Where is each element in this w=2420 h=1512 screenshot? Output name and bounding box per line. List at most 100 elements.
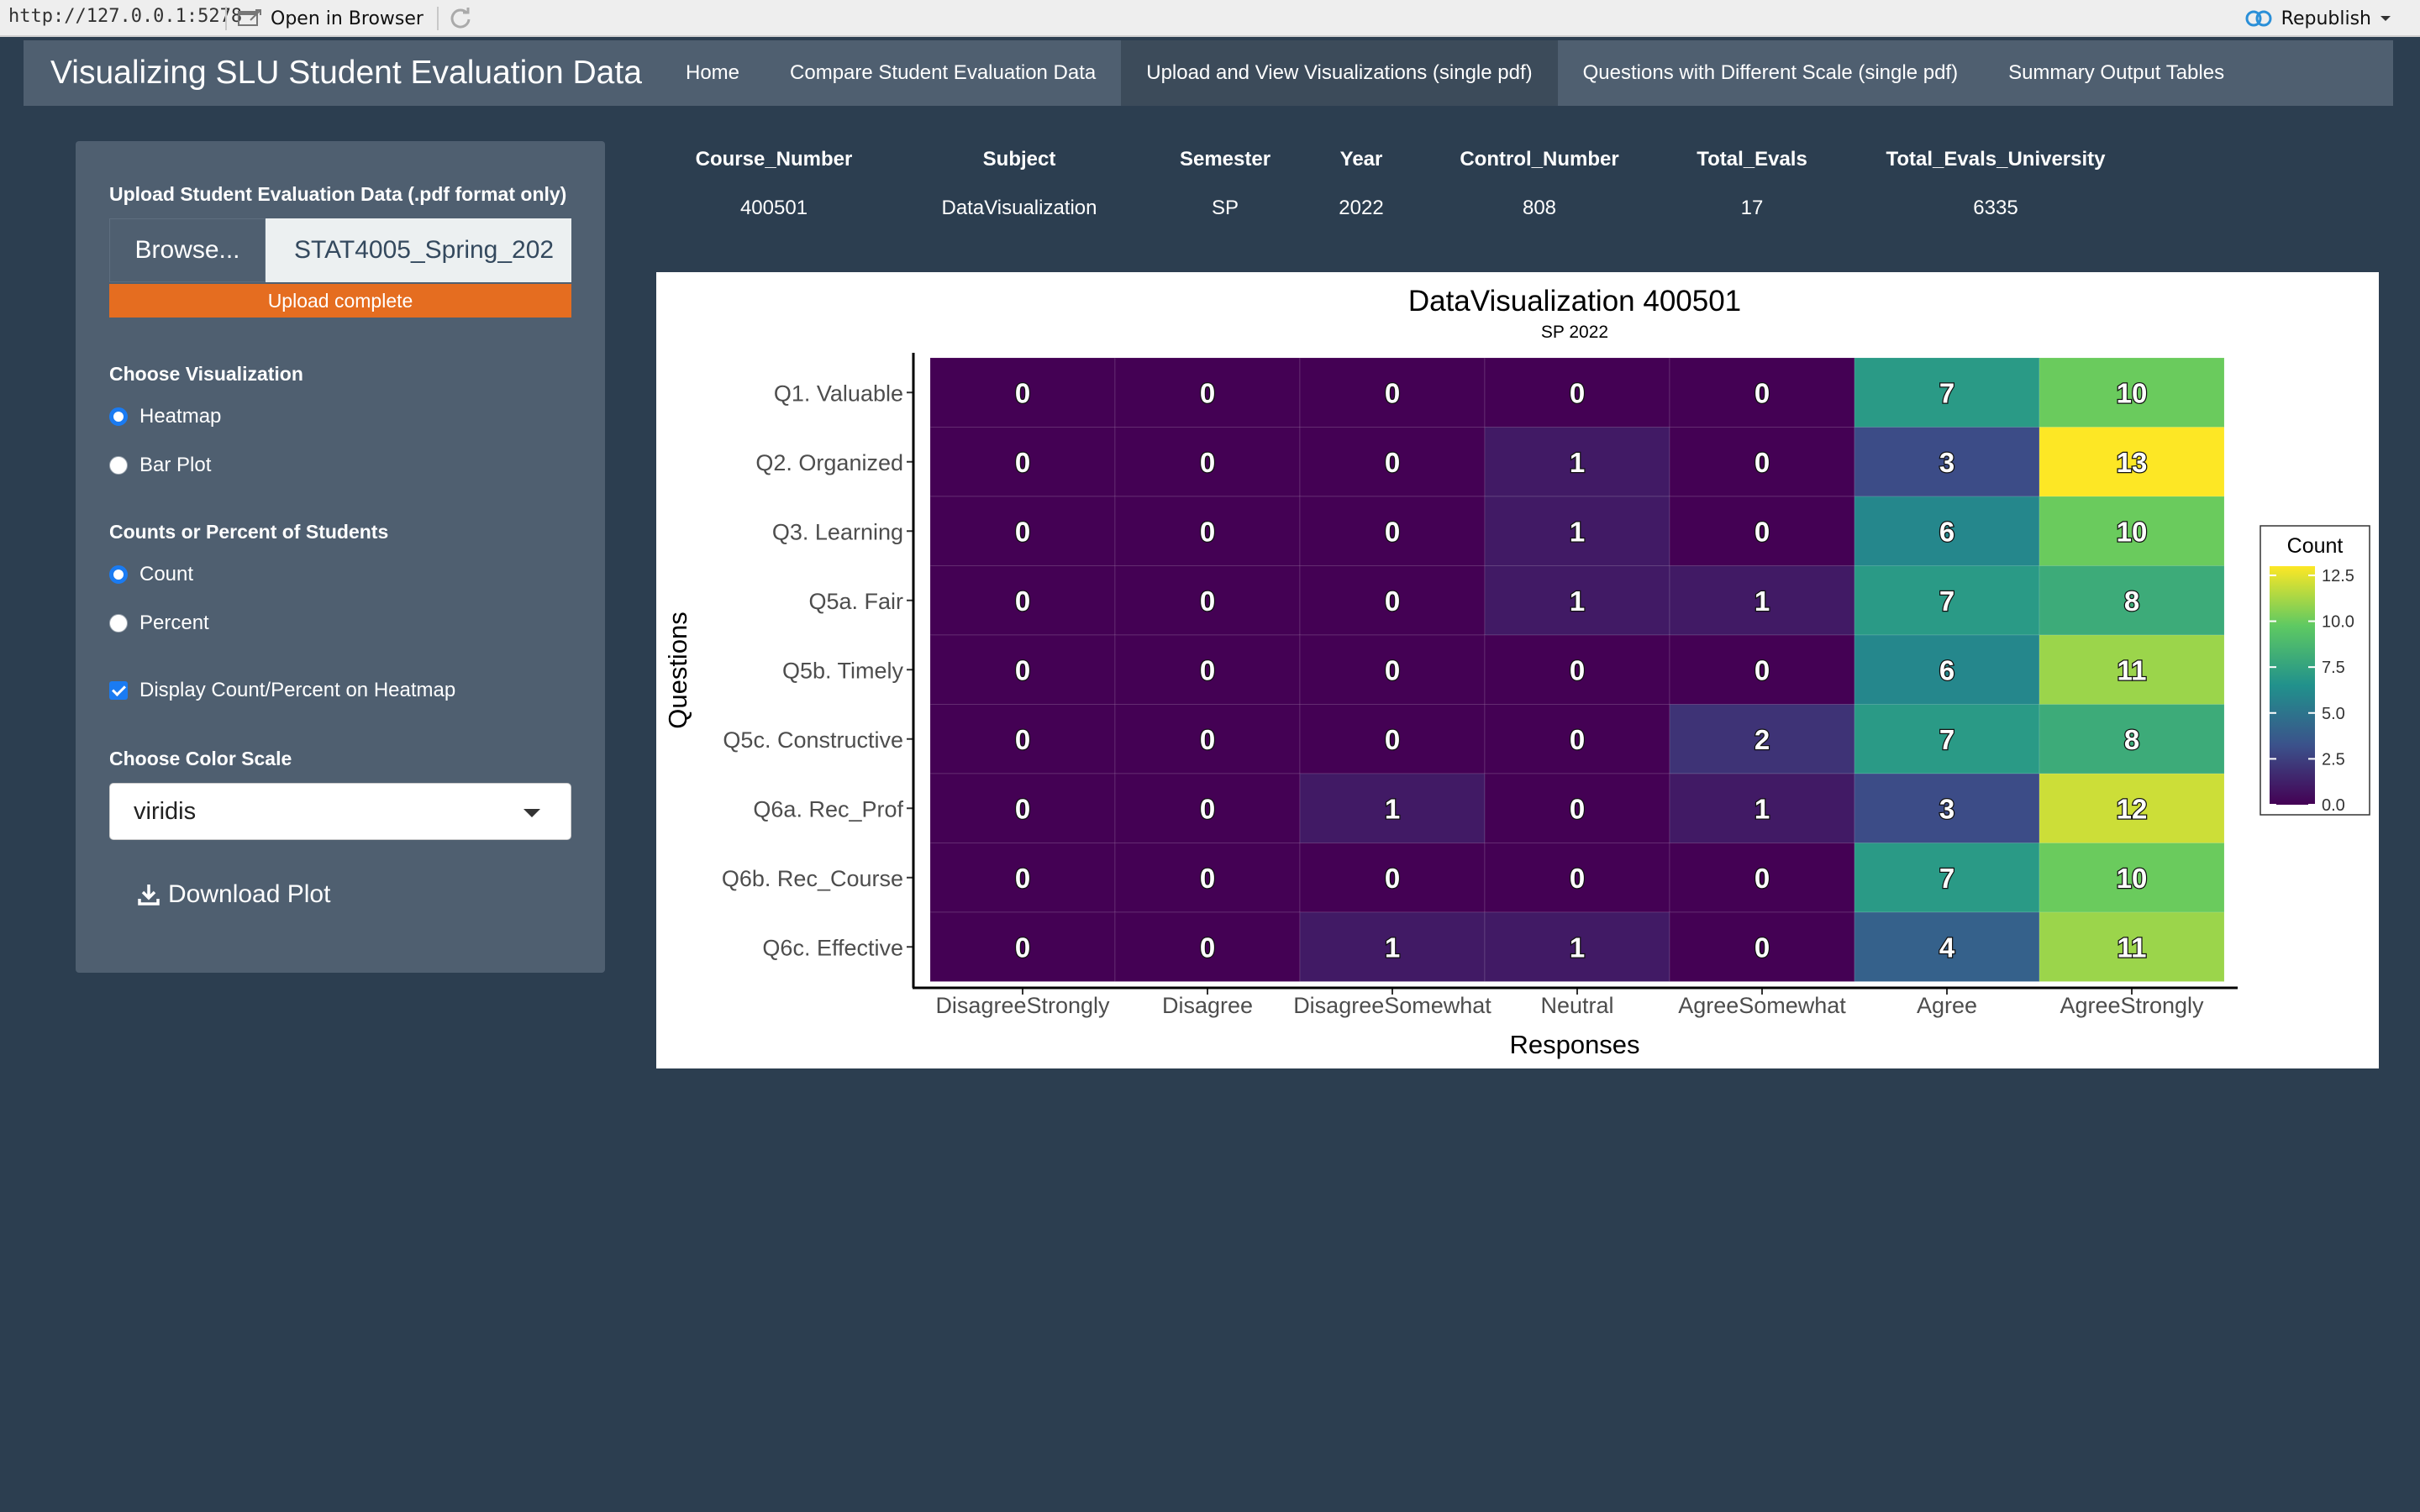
cell-value-label: 0	[1200, 516, 1215, 547]
cell-value-label: 1	[1754, 793, 1770, 824]
y-tick-label: Q6b. Rec_Course	[722, 866, 903, 891]
summary-value: 2022	[1339, 197, 1384, 219]
sidebar-panel: Upload Student Evaluation Data (.pdf for…	[76, 141, 605, 973]
cell-value-label: 6	[1939, 516, 1954, 547]
browser-window-icon	[238, 9, 261, 26]
cell-value-label: 1	[1570, 585, 1585, 617]
cell-value-label: 1	[1570, 516, 1585, 547]
republish-icon	[2245, 10, 2272, 27]
tab-home[interactable]: Home	[660, 40, 765, 106]
download-plot-button[interactable]: Download Plot	[136, 880, 330, 909]
toolbar-divider	[225, 7, 227, 30]
heatmap-svg: DataVisualization 400501 SP 2022 0 0 0 0 0 7 1…	[663, 285, 2370, 1059]
cell-value-label: 0	[1200, 447, 1215, 478]
cell-value-label: 0	[1015, 377, 1030, 408]
legend-tick-label: 2.5	[2322, 750, 2345, 769]
summary-col-total-evals: Total_Evals 17	[1697, 148, 1807, 220]
color-scale-select[interactable]: viridis	[109, 783, 571, 840]
republish-button[interactable]: Republish	[2244, 3, 2391, 34]
summary-header: Total_Evals_University	[1886, 148, 2106, 171]
radio-count-label: Count	[139, 563, 194, 585]
cell-value-label: 0	[1570, 793, 1585, 824]
cell-value-label: 0	[1015, 724, 1030, 755]
summary-value: 808	[1522, 197, 1557, 219]
cell-value-label: 0	[1754, 654, 1770, 685]
cell-value-label: 0	[1754, 377, 1770, 408]
legend-colorbar	[2270, 566, 2315, 805]
summary-col-control-number: Control_Number 808	[1460, 148, 1618, 220]
open-in-browser-button[interactable]: Open in Browser	[237, 3, 424, 34]
summary-value: 400501	[739, 197, 808, 219]
cell-value-label: 6	[1939, 654, 1954, 685]
cell-value-label: 1	[1754, 585, 1770, 617]
cell-value-label: 11	[2118, 932, 2147, 963]
radio-heatmap[interactable]: Heatmap	[109, 405, 221, 428]
cell-value-label: 10	[2117, 377, 2148, 408]
radio-button[interactable]	[109, 407, 128, 426]
open-in-browser-label: Open in Browser	[271, 8, 424, 29]
heatmap-plot: DataVisualization 400501 SP 2022 0 0 0 0 0 7 1…	[656, 272, 2379, 1068]
cell-value-label: 0	[1570, 377, 1585, 408]
y-tick-labels: Q1. Valuable Q2. Organized Q3. Learning Q5a…	[722, 381, 913, 960]
display-values-checkbox[interactable]: Display Count/Percent on Heatmap	[109, 679, 455, 702]
radio-button[interactable]	[109, 565, 128, 584]
y-tick-label: Q2. Organized	[755, 450, 903, 475]
summary-col-year: Year 2022	[1339, 148, 1383, 220]
cell-value-label: 0	[1385, 377, 1400, 408]
radio-percent[interactable]: Percent	[109, 612, 209, 635]
x-axis-title: Responses	[1509, 1030, 1639, 1059]
summary-col-subject: Subject DataVisualization	[941, 148, 1097, 220]
radio-button[interactable]	[109, 456, 128, 475]
visualization-label: Choose Visualization	[109, 363, 303, 385]
app-title: Visualizing SLU Student Evaluation Data	[50, 55, 642, 91]
chart-subtitle: SP 2022	[1541, 323, 1608, 342]
cell-value-label: 0	[1200, 724, 1215, 755]
x-tick-label: Agree	[1917, 993, 1977, 1018]
cell-value-label: 7	[1939, 863, 1954, 894]
tab-different-scale[interactable]: Questions with Different Scale (single p…	[1558, 40, 1983, 106]
summary-col-course-number: Course_Number 400501	[696, 148, 853, 220]
radio-button[interactable]	[109, 614, 128, 633]
cell-value-label: 1	[1385, 793, 1400, 824]
cell-value-label: 0	[1200, 377, 1215, 408]
x-tick-label: AgreeSomewhat	[1678, 993, 1846, 1018]
refresh-icon[interactable]	[447, 5, 474, 32]
y-tick-label: Q5c. Constructive	[723, 727, 903, 753]
summary-header: Year	[1339, 148, 1383, 171]
tab-upload-view[interactable]: Upload and View Visualizations (single p…	[1121, 40, 1558, 106]
tab-compare[interactable]: Compare Student Evaluation Data	[765, 40, 1121, 106]
cell-value-label: 7	[1939, 585, 1954, 617]
x-tick-label: DisagreeStrongly	[935, 993, 1110, 1018]
cell-value-label: 4	[1939, 932, 1955, 963]
summary-value: 6335	[1973, 197, 2018, 219]
radio-bar-plot-label: Bar Plot	[139, 454, 212, 476]
x-tick-label: DisagreeSomewhat	[1293, 993, 1491, 1018]
cell-value-label: 0	[1385, 585, 1400, 617]
color-scale-value: viridis	[134, 797, 197, 825]
radio-bar-plot[interactable]: Bar Plot	[109, 454, 211, 477]
checkbox-checked[interactable]	[109, 681, 128, 700]
cell-value-label: 0	[1015, 932, 1030, 963]
summary-header: Semester	[1179, 148, 1271, 171]
x-tick-label: Disagree	[1162, 993, 1253, 1018]
cell-value-label: 0	[1754, 863, 1770, 894]
tab-summary-tables[interactable]: Summary Output Tables	[1983, 40, 2249, 106]
legend-title: Count	[2287, 534, 2344, 558]
y-axis-title: Questions	[663, 612, 692, 729]
radio-count[interactable]: Count	[109, 563, 193, 586]
legend-tick-label: 10.0	[2322, 613, 2354, 632]
measure-label: Counts or Percent of Students	[109, 521, 389, 543]
chevron-down-icon	[2381, 16, 2391, 21]
cell-value-label: 0	[1015, 447, 1030, 478]
cell-value-label: 0	[1200, 793, 1215, 824]
caret-down-icon	[523, 809, 540, 817]
toolbar-divider	[437, 7, 439, 30]
cell-value-label: 1	[1385, 932, 1400, 963]
cell-value-label: 0	[1015, 863, 1030, 894]
cell-value-label: 12	[2117, 793, 2148, 824]
cell-value-label: 0	[1385, 447, 1400, 478]
summary-value: 17	[1740, 197, 1764, 219]
y-tick-label: Q5a. Fair	[808, 589, 903, 614]
cell-value-label: 7	[1939, 724, 1954, 755]
cell-value-label: 1	[1570, 447, 1585, 478]
